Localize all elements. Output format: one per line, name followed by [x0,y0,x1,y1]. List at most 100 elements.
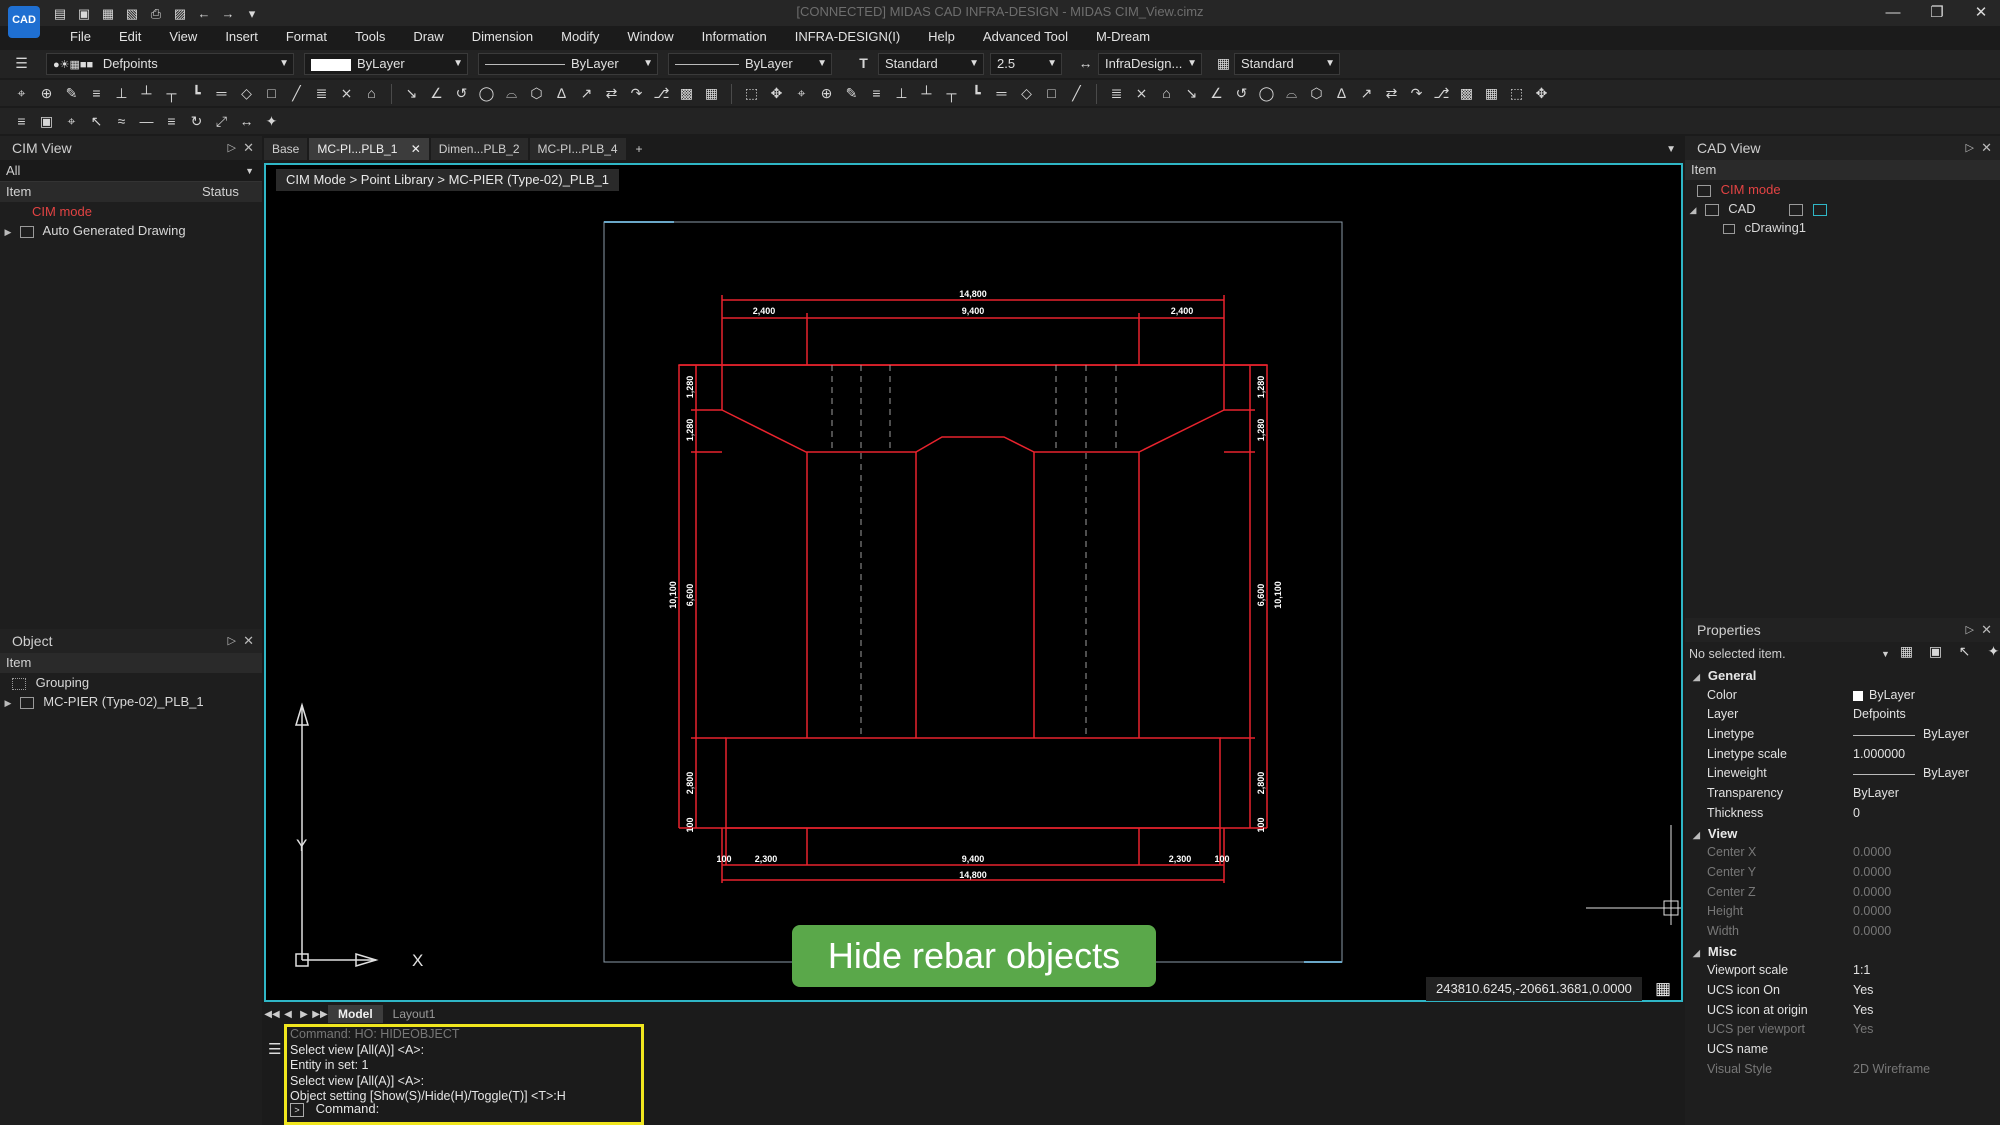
tab-model[interactable]: Model [328,1005,383,1023]
dim-style-icon[interactable]: ↔ [1076,54,1095,73]
tree-item-cim-mode[interactable]: CIM mode [1685,180,2000,199]
doc-tab-plb1[interactable]: MC-PI...PLB_1 ✕ [309,138,429,160]
tool-4-icon[interactable]: ≡ [87,84,106,103]
menu-dimension[interactable]: Dimension [458,28,547,48]
tool-36-icon[interactable]: ┴ [917,84,936,103]
snap-tool-10-icon[interactable]: ↔ [237,112,256,131]
tool-39-icon[interactable]: ═ [992,84,1011,103]
property-row[interactable]: Viewport scale 1:1 [1685,961,2000,981]
tablestyle-combo[interactable]: Standard ▼ [1234,53,1340,75]
doc-tab-plb2[interactable]: Dimen...PLB_2 [430,138,528,160]
tool-19-icon[interactable]: ◯ [477,84,496,103]
property-row[interactable]: UCS per viewport Yes [1685,1020,2000,1040]
tree-item-grouping[interactable]: Grouping [0,673,262,692]
tool-41-icon[interactable]: □ [1042,84,1061,103]
tool-50-icon[interactable]: ⌓ [1282,84,1301,103]
last-tab-icon[interactable]: ▶▶ [312,1009,328,1020]
tool-43-icon[interactable]: ≣ [1107,84,1126,103]
property-row[interactable]: Linetype ByLayer [1685,725,2000,745]
layout-view-icon[interactable] [1812,203,1827,216]
tool-12-icon[interactable]: ╱ [287,84,306,103]
tool-51-icon[interactable]: ⬡ [1307,84,1326,103]
tool-45-icon[interactable]: ⌂ [1157,84,1176,103]
tree-item-auto-generated-drawing[interactable]: ▶ Auto Generated Drawing [0,221,262,240]
close-icon[interactable]: ✕ [243,629,254,653]
textheight-combo[interactable]: 2.5 ▼ [990,53,1062,75]
menu-format[interactable]: Format [272,28,341,48]
property-row[interactable]: Center Z 0.0000 [1685,883,2000,903]
category-view[interactable]: ◢ View [1685,824,2000,844]
tool-27-icon[interactable]: ▩ [677,84,696,103]
tool-52-icon[interactable]: ∆ [1332,84,1351,103]
snap-tool-9-icon[interactable]: ⤢ [212,112,231,131]
lineweight-combo[interactable]: ByLayer ▼ [668,53,832,75]
property-row[interactable]: UCS icon On Yes [1685,981,2000,1001]
property-row[interactable]: UCS icon at origin Yes [1685,1001,2000,1021]
quick-select-icon[interactable]: ✦ [1984,642,2000,661]
snap-tool-2-icon[interactable]: ▣ [37,112,56,131]
color-combo[interactable]: ByLayer ▼ [304,53,468,75]
add-tab-icon[interactable]: + [628,138,651,160]
pin-icon[interactable]: ▷ [1966,618,1974,642]
layer-manager-icon[interactable]: ☰ [12,54,31,73]
pin-icon[interactable]: ▷ [228,629,236,653]
cim-view-filter[interactable]: All ▼ [0,160,262,182]
snap-tool-7-icon[interactable]: ≡ [162,112,181,131]
tool-3-icon[interactable]: ✎ [62,84,81,103]
property-row[interactable]: UCS name [1685,1040,2000,1060]
menu-m-dream[interactable]: M-Dream [1082,28,1164,48]
breadcrumb[interactable]: CIM Mode > Point Library > MC-PIER (Type… [276,169,619,191]
drawing-viewport[interactable]: 14,800 2,400 9,400 2,400 2,300 9,400 2,3… [264,163,1683,1002]
menu-insert[interactable]: Insert [211,28,272,48]
property-row[interactable]: Layer Defpoints [1685,705,2000,725]
expand-icon[interactable]: ▶ [0,223,16,242]
property-row[interactable]: Linetype scale 1.000000 [1685,745,2000,765]
snap-tool-4-icon[interactable]: ↖ [87,112,106,131]
property-row[interactable]: Width 0.0000 [1685,922,2000,942]
tool-8-icon[interactable]: ┗ [187,84,206,103]
minimize-button[interactable]: — [1884,2,1902,24]
snap-tool-11-icon[interactable]: ✦ [262,112,281,131]
close-tab-icon[interactable]: ✕ [411,142,421,156]
snap-tool-1-icon[interactable]: ≡ [12,112,31,131]
prev-tab-icon[interactable]: ◀ [280,1009,296,1020]
first-tab-icon[interactable]: ◀◀ [264,1009,280,1020]
tool-31-icon[interactable]: ⌖ [792,84,811,103]
close-icon[interactable]: ✕ [243,136,254,160]
tool-44-icon[interactable]: ⨯ [1132,84,1151,103]
doc-tab-base[interactable]: Base [264,138,308,160]
tool-25-icon[interactable]: ↷ [627,84,646,103]
tool-13-icon[interactable]: ≣ [312,84,331,103]
tool-32-icon[interactable]: ⊕ [817,84,836,103]
property-row[interactable]: Visual Style 2D Wireframe [1685,1060,2000,1080]
menu-edit[interactable]: Edit [105,28,155,48]
tool-23-icon[interactable]: ↗ [577,84,596,103]
tool-49-icon[interactable]: ◯ [1257,84,1276,103]
tool-42-icon[interactable]: ╱ [1067,84,1086,103]
menu-file[interactable]: File [56,28,105,48]
table-style-icon[interactable]: ▦ [1214,54,1233,73]
tool-17-icon[interactable]: ∠ [427,84,446,103]
tool-38-icon[interactable]: ┗ [967,84,986,103]
pin-icon[interactable]: ▷ [1966,136,1974,160]
tool-18-icon[interactable]: ↺ [452,84,471,103]
selection-combo[interactable]: No selected item. ▼ ▦ ▣ ↖ ✦ [1685,642,2000,666]
tool-20-icon[interactable]: ⌓ [502,84,521,103]
tool-28-icon[interactable]: ▦ [702,84,721,103]
tree-item-cim-mode[interactable]: CIM mode [0,202,262,221]
tool-29-icon[interactable]: ⬚ [742,84,761,103]
snap-tool-3-icon[interactable]: ⌖ [62,112,81,131]
tool-60-icon[interactable]: ✥ [1532,84,1551,103]
grid-icon[interactable]: ▦ [1651,977,1675,1001]
tool-57-icon[interactable]: ▩ [1457,84,1476,103]
close-icon[interactable]: ✕ [1981,136,1992,160]
app-logo[interactable]: CAD [8,6,40,38]
snap-tool-6-icon[interactable]: — [137,112,156,131]
tool-33-icon[interactable]: ✎ [842,84,861,103]
tab-layout1[interactable]: Layout1 [383,1005,446,1023]
tool-26-icon[interactable]: ⎇ [652,84,671,103]
textstyle-combo[interactable]: Standard ▼ [878,53,984,75]
tool-6-icon[interactable]: ┴ [137,84,156,103]
property-row[interactable]: Lineweight ByLayer [1685,764,2000,784]
tool-48-icon[interactable]: ↺ [1232,84,1251,103]
